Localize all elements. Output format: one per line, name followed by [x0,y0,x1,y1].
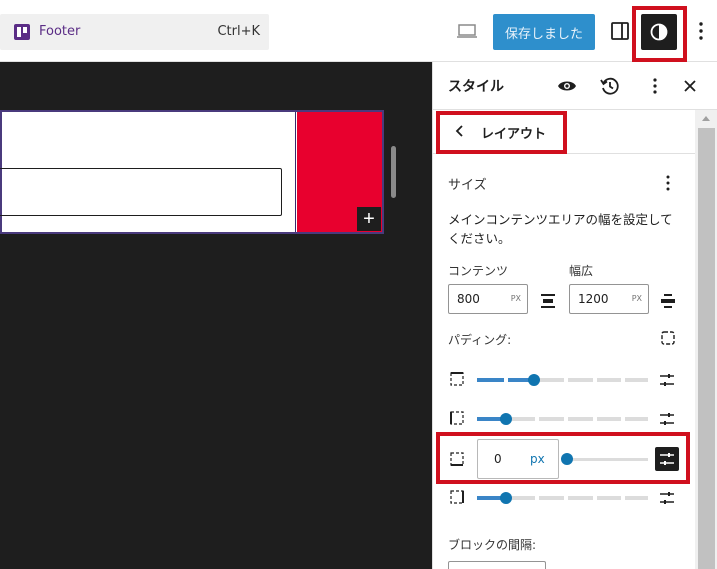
padding-right-slider[interactable] [500,413,512,425]
adjust-icon[interactable] [659,411,675,427]
padding-left-slider[interactable] [500,492,512,504]
adjust-icon[interactable] [659,490,675,506]
template-name: Footer [39,24,81,39]
styles-sidebar: スタイル レイアウト サイズ メインコンテンツエリアの幅を設定してください。 コ… [432,62,717,569]
panel-title: レイアウト [481,127,547,142]
padding-bottom-slider[interactable] [561,453,573,465]
padding-label: パディング: [448,333,512,347]
padding-top-slider[interactable] [528,374,540,386]
sidebar-toggle-icon[interactable] [609,20,631,42]
more-vertical-icon[interactable] [644,75,666,97]
scroll-up-icon[interactable] [701,114,711,122]
side-icon [450,411,464,425]
side-icon [450,372,464,386]
eye-icon[interactable] [556,75,578,97]
padding-left-row [433,484,695,512]
sidebar-header: スタイル [433,62,717,110]
custom-value-toggle[interactable] [655,447,679,471]
sidebar-title: スタイル [448,79,504,95]
template-icon [14,24,30,40]
content-size-label: コンテンツ [448,264,509,278]
padding-bottom-row: 0 px [433,439,695,479]
chevron-left-icon [455,125,463,137]
justify-icon[interactable] [540,293,556,309]
justify-icon[interactable] [660,293,676,309]
styles-button[interactable] [641,14,677,50]
padding-right-row [433,405,695,433]
size-section-title: サイズ [448,178,487,193]
save-button[interactable]: 保存しました [493,14,595,50]
back-to-styles-button[interactable]: レイアウト [433,110,695,154]
side-icon [450,452,464,466]
adjust-icon [660,453,674,465]
wide-size-label: 幅広 [569,264,594,278]
adjust-icon[interactable] [659,372,675,388]
more-vertical-icon[interactable] [693,18,709,44]
wide-size-input[interactable]: 1200 PX [569,284,649,314]
sidebar-scroll-thumb[interactable] [698,128,715,569]
size-description: メインコンテンツエリアの幅を設定してください。 [448,212,673,246]
block-gap-input[interactable] [448,561,546,569]
close-icon[interactable] [679,75,701,97]
content-size-input[interactable]: 800 PX [448,284,528,314]
command-center[interactable]: Footer Ctrl+K [0,14,269,50]
canvas-scrollbar[interactable] [391,146,396,198]
editor-canvas[interactable]: + [0,62,432,569]
size-options-icon[interactable] [660,174,676,192]
styles-contrast-icon [650,23,668,41]
add-block-button[interactable]: + [357,207,381,231]
footer-block[interactable]: + [0,110,384,234]
side-icon [450,490,464,504]
inner-group[interactable] [0,168,282,216]
block-gap-label: ブロックの間隔: [448,538,537,552]
history-icon[interactable] [599,75,621,97]
shortcut-hint: Ctrl+K [217,24,260,39]
top-toolbar: Footer Ctrl+K 保存しました [0,0,717,62]
link-sides-icon[interactable] [660,330,676,346]
padding-bottom-input[interactable]: 0 px [477,439,559,479]
footer-content-area[interactable] [0,112,296,232]
desktop-device-icon[interactable] [456,20,478,42]
plus-icon: + [363,208,375,230]
padding-top-row [433,366,695,394]
